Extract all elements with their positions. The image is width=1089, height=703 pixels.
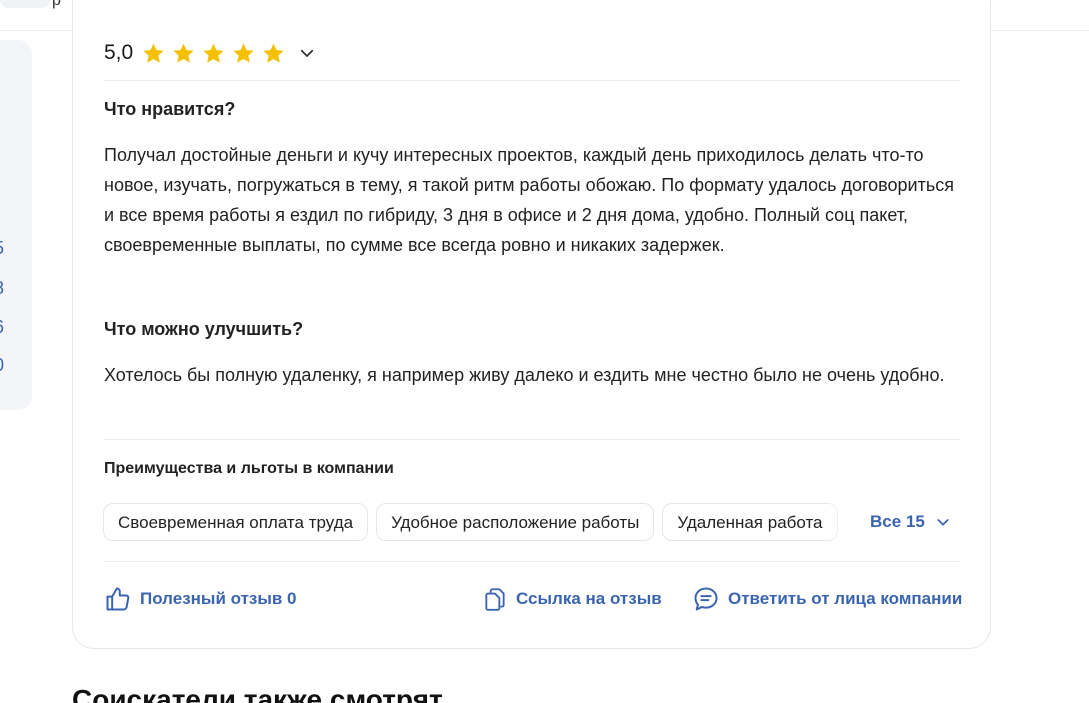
sidebar-value: 5 bbox=[0, 238, 6, 259]
chevron-down-icon bbox=[937, 519, 949, 526]
section-heading: Соискатели также смотрят bbox=[72, 684, 443, 703]
sidebar-value: 8 bbox=[0, 278, 6, 299]
star-icon bbox=[233, 43, 254, 63]
benefits-heading: Преимущества и льготы в компании bbox=[104, 460, 394, 477]
likes-heading: Что нравится? bbox=[104, 99, 236, 119]
thumbs-up-icon bbox=[106, 587, 130, 611]
rating-value: 5,0 bbox=[104, 41, 134, 64]
benefit-chip[interactable]: Удобное расположение работы bbox=[376, 503, 655, 541]
rating-stars bbox=[141, 41, 286, 66]
nav-pill[interactable] bbox=[0, 0, 50, 8]
sidebar-value: 6 bbox=[0, 317, 6, 338]
improve-heading: Что можно улучшить? bbox=[104, 319, 304, 339]
chips-fade bbox=[823, 503, 863, 543]
reply-as-company-button[interactable]: Ответить от лица компании bbox=[692, 583, 962, 615]
improve-text: Хотелось бы полную удаленку, я например … bbox=[104, 365, 945, 385]
show-all-label: Все 15 bbox=[870, 512, 925, 531]
star-icon bbox=[203, 43, 224, 63]
page: р д 5 8 6 0 5,0 Что нравится? Получал до… bbox=[0, 0, 1089, 703]
star-icon bbox=[143, 43, 164, 63]
reply-as-company-label: Ответить от лица компании bbox=[728, 589, 963, 608]
sidebar-value: 0 bbox=[0, 355, 6, 376]
divider bbox=[104, 439, 960, 440]
rating-row[interactable]: 5,0 bbox=[104, 38, 316, 68]
copy-link-icon bbox=[485, 588, 505, 611]
star-icon bbox=[263, 43, 284, 63]
review-link-label: Ссылка на отзыв bbox=[516, 589, 662, 608]
benefit-chip[interactable]: Удаленная работа bbox=[662, 503, 838, 541]
divider bbox=[104, 80, 960, 81]
helpful-review-label: Полезный отзыв 0 bbox=[140, 589, 297, 608]
chat-bubble-icon bbox=[694, 587, 718, 611]
nav-text[interactable]: р bbox=[52, 0, 61, 10]
benefits-chips: Своевременная оплата труда Удобное распол… bbox=[103, 503, 863, 543]
star-icon bbox=[173, 43, 194, 63]
helpful-review-button[interactable]: Полезный отзыв 0 bbox=[104, 583, 297, 615]
show-all-benefits-button[interactable]: Все 15 bbox=[870, 512, 951, 532]
likes-text: Получал достойные деньги и кучу интересн… bbox=[104, 145, 954, 255]
chevron-down-icon[interactable] bbox=[298, 44, 316, 62]
divider bbox=[104, 561, 960, 562]
benefit-chip[interactable]: Своевременная оплата труда bbox=[103, 503, 369, 541]
review-link-button[interactable]: Ссылка на отзыв bbox=[482, 583, 662, 615]
